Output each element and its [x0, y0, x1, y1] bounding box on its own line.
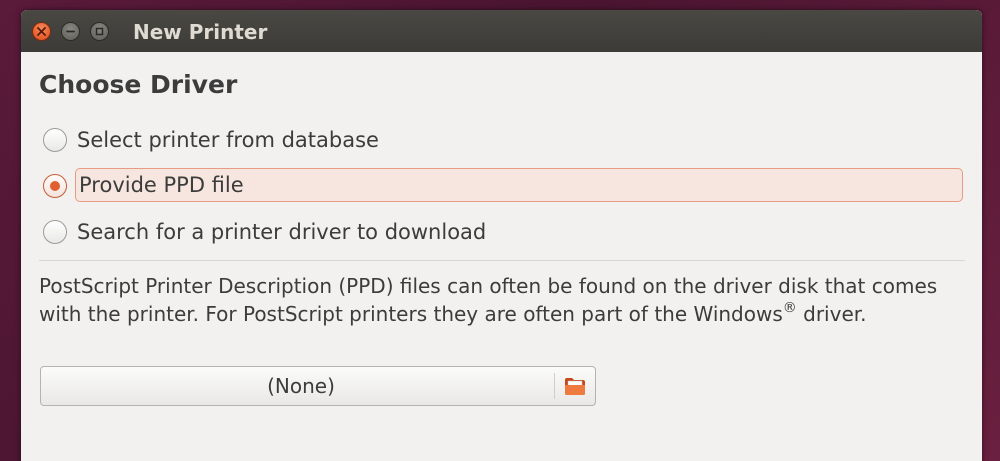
minimize-icon [66, 30, 75, 33]
file-chooser-value: (None) [267, 374, 335, 398]
folder-icon [565, 378, 585, 395]
trademark-symbol: ® [782, 300, 797, 316]
titlebar: New Printer [21, 10, 982, 52]
radio-button[interactable] [43, 128, 67, 152]
radio-dot-icon [50, 181, 60, 191]
option-provide-ppd-file[interactable]: Provide PPD file [39, 168, 965, 204]
minimize-button[interactable] [61, 22, 80, 41]
close-icon [37, 27, 46, 36]
description-text-end: driver. [796, 302, 867, 326]
ppd-file-chooser-button[interactable]: (None) [40, 366, 596, 406]
window-title: New Printer [133, 20, 268, 44]
option-search-driver-download[interactable]: Search for a printer driver to download [39, 214, 959, 250]
option-label: Select printer from database [77, 128, 379, 152]
file-chooser-divider [554, 373, 555, 399]
page-title: Choose Driver [39, 70, 238, 99]
option-select-from-database[interactable]: Select printer from database [39, 122, 959, 158]
separator [39, 260, 965, 261]
radio-button-checked[interactable] [43, 174, 67, 198]
close-button[interactable] [32, 22, 51, 41]
option-label: Provide PPD file [79, 173, 244, 197]
maximize-icon [95, 27, 104, 36]
maximize-button[interactable] [90, 22, 109, 41]
ppd-description: PostScript Printer Description (PPD) fil… [39, 272, 959, 328]
radio-button[interactable] [43, 220, 67, 244]
new-printer-window: New Printer Choose Driver Select printer… [21, 10, 982, 461]
option-label: Search for a printer driver to download [77, 220, 487, 244]
